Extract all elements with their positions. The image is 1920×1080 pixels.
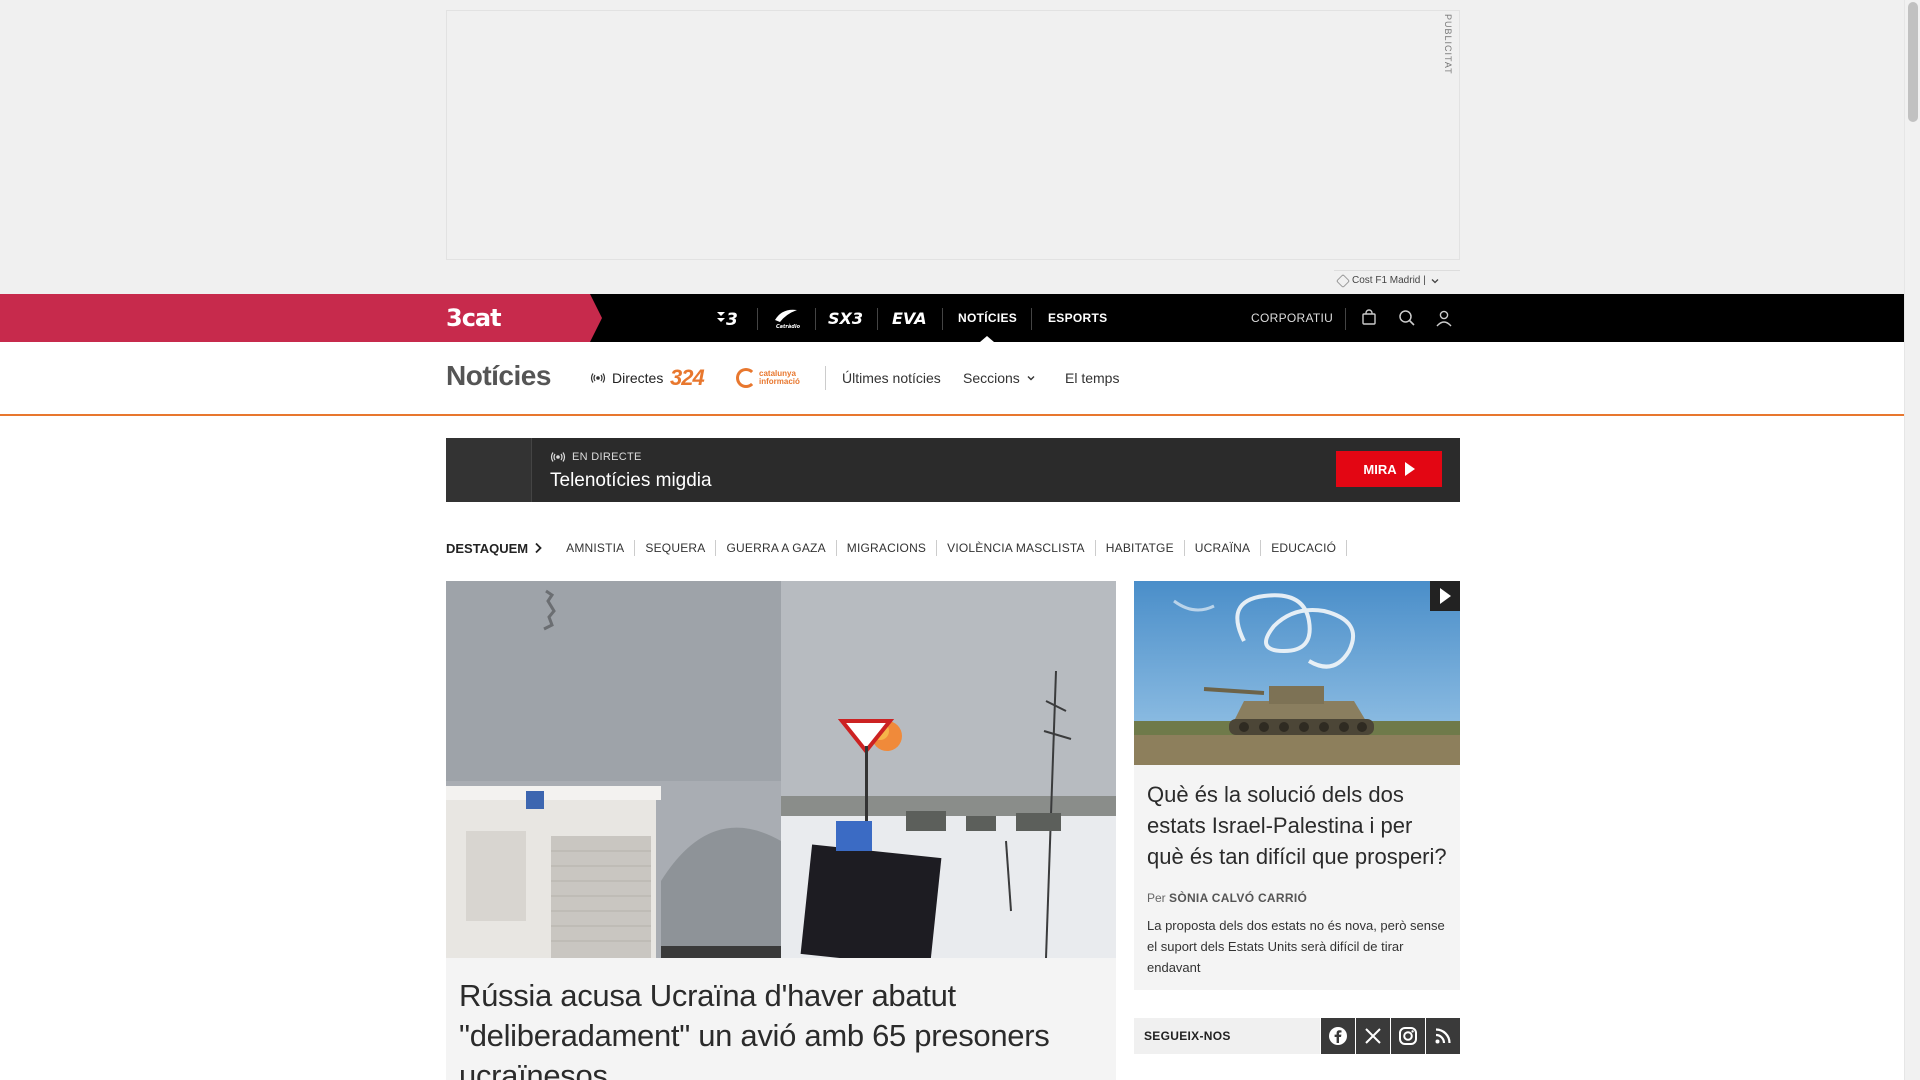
highlights-bar: DESTAQUEM AMNISTIA SEQUERA GUERRA A GAZA…	[446, 538, 1348, 558]
corporate-link[interactable]: CORPORATIU	[1251, 294, 1333, 342]
video-badge	[1430, 581, 1460, 611]
section-separator	[825, 366, 826, 390]
follow-us-label: SEGUEIX-NOS	[1134, 1018, 1320, 1054]
x-icon[interactable]	[1356, 1018, 1390, 1054]
catradio-logo[interactable]: Catràdio	[770, 294, 802, 342]
svg-text:3: 3	[726, 310, 738, 328]
tv3-logo[interactable]: 3	[712, 294, 744, 342]
channel-separator	[1031, 308, 1032, 330]
main-story-title[interactable]: Rússia acusa Ucraïna d'haver abatut "del…	[459, 976, 1099, 1080]
live-kicker: EN DIRECTE	[550, 451, 642, 463]
logo-324[interactable]: 324	[670, 365, 705, 390]
live-banner[interactable]: EN DIRECTE Telenotícies migdia MIRA	[446, 438, 1460, 502]
instagram-icon[interactable]	[1391, 1018, 1425, 1054]
tag-icon	[1335, 273, 1351, 288]
top-navigation: 3cat 3 Catràdio SX3 EVA NOTÍCIES ESPORTS…	[0, 294, 1904, 342]
play-icon	[1439, 588, 1451, 604]
sx3-logo[interactable]: SX3	[826, 294, 866, 342]
highlight-item[interactable]: VIOLÈNCIA MASCLISTA	[937, 540, 1096, 556]
eva-logo[interactable]: EVA	[890, 294, 930, 342]
scrollbar[interactable]	[1904, 0, 1920, 1080]
side-story-summary: La proposta dels dos estats no és nova, …	[1147, 918, 1445, 975]
highlights-heading[interactable]: DESTAQUEM	[446, 541, 542, 556]
author-prefix: Per	[1147, 891, 1166, 905]
live-link[interactable]: Directes	[590, 370, 663, 386]
tv3-logo-icon: 3	[717, 310, 738, 328]
nav-esports[interactable]: ESPORTS	[1048, 294, 1107, 342]
search-icon[interactable]	[1395, 306, 1419, 330]
section-title[interactable]: Notícies	[446, 360, 551, 392]
author-name[interactable]: SÒNIA CALVÓ CARRIÓ	[1169, 891, 1307, 905]
channel-separator	[815, 308, 816, 330]
watch-button-label: MIRA	[1363, 461, 1397, 477]
channel-separator	[877, 308, 878, 330]
side-story-image[interactable]	[1134, 581, 1460, 765]
chevron-down-icon	[1431, 278, 1439, 283]
broadcast-icon	[550, 452, 566, 462]
weather-link[interactable]: El temps	[1065, 370, 1119, 386]
main-story-image[interactable]	[446, 581, 1116, 958]
svg-text:SX3: SX3	[828, 309, 863, 327]
section-header: Notícies Directes 324 catalunya informac…	[0, 342, 1904, 416]
scrollbar-thumb[interactable]	[1908, 2, 1918, 122]
chevron-down-icon	[1027, 376, 1035, 381]
facebook-icon[interactable]	[1321, 1018, 1355, 1054]
eva-icon: EVA	[892, 309, 927, 327]
live-title[interactable]: Telenotícies migdia	[550, 470, 712, 492]
sections-dropdown[interactable]: Seccions	[963, 370, 1036, 386]
live-kicker-text: EN DIRECTE	[572, 451, 642, 463]
side-story-card[interactable]: Què és la solució dels dos estats Israel…	[1134, 765, 1460, 990]
follow-us-bar: SEGUEIX-NOS	[1134, 1018, 1460, 1054]
ad-label: PUBLICITAT	[1443, 14, 1453, 75]
side-story-title[interactable]: Què és la solució dels dos estats Israel…	[1147, 779, 1452, 872]
highlight-item[interactable]: GUERRA A GAZA	[716, 540, 837, 556]
user-icon[interactable]	[1432, 306, 1456, 330]
chevron-right-icon	[535, 542, 542, 554]
watch-button[interactable]: MIRA	[1336, 451, 1442, 487]
channel-separator	[1345, 308, 1346, 330]
live-link-label: Directes	[612, 370, 664, 386]
latest-news-link[interactable]: Últimes notícies	[842, 370, 941, 386]
highlight-item[interactable]: SEQUERA	[635, 540, 717, 556]
ad-banner[interactable]	[446, 10, 1460, 260]
channel-separator	[942, 308, 943, 330]
logo-324-text: 324	[670, 365, 705, 390]
highlight-item[interactable]: UCRAÏNA	[1185, 540, 1262, 556]
live-thumbnail	[446, 438, 532, 502]
catalunya-informacio-logo[interactable]: catalunya informació	[736, 366, 815, 390]
ad-area: PUBLICITAT Cost F1 Madrid |	[0, 0, 1904, 294]
play-icon	[1404, 462, 1415, 476]
nav-noticies[interactable]: NOTÍCIES	[958, 294, 1017, 342]
highlight-item[interactable]: EDUCACIÓ	[1261, 540, 1348, 556]
brand-zone	[0, 294, 602, 342]
highlight-item[interactable]: AMNISTIA	[556, 540, 636, 556]
ad-choice[interactable]: Cost F1 Madrid |	[1334, 270, 1460, 290]
rss-icon[interactable]	[1426, 1018, 1460, 1054]
svg-text:EVA: EVA	[892, 309, 927, 327]
sections-label: Seccions	[963, 370, 1020, 386]
highlight-item[interactable]: MIGRACIONS	[837, 540, 938, 556]
brand-logo-text: 3cat	[446, 304, 502, 332]
side-story-author: Per SÒNIA CALVÓ CARRIÓ	[1147, 891, 1307, 905]
svg-text:Catràdio: Catràdio	[776, 323, 800, 330]
ad-choice-text: Cost F1 Madrid |	[1352, 275, 1426, 286]
brand-logo[interactable]: 3cat	[446, 304, 502, 332]
ci-logo-text: catalunya informació	[759, 369, 800, 386]
ci-circle-icon	[736, 368, 756, 388]
highlights-heading-text: DESTAQUEM	[446, 540, 529, 556]
main-story-card[interactable]: Rússia acusa Ucraïna d'haver abatut "del…	[446, 958, 1116, 1080]
channel-separator	[757, 308, 758, 330]
broadcast-icon	[590, 373, 606, 383]
sx3-icon: SX3	[828, 309, 863, 327]
catradio-icon: Catràdio	[775, 309, 800, 330]
highlight-item[interactable]: HABITATGE	[1096, 540, 1185, 556]
shop-icon[interactable]	[1357, 306, 1381, 330]
